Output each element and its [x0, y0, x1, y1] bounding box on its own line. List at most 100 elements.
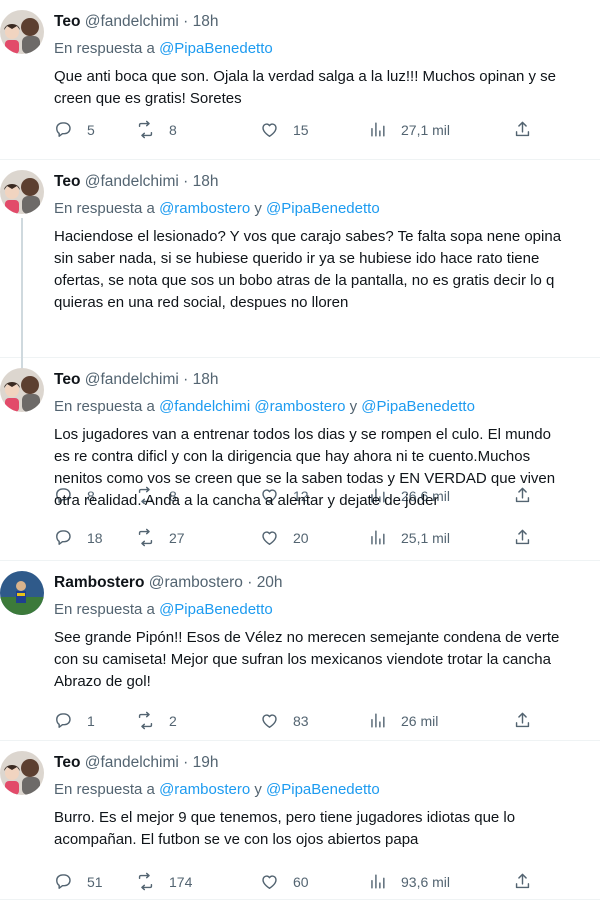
tweet-text: Burro. Es el mejor 9 que tenemos, pero t…	[54, 807, 600, 851]
like-count: 60	[293, 873, 309, 890]
reply-prefix: En respuesta a	[54, 601, 155, 618]
tweet[interactable]: Rambostero @rambostero · 20h En respuesta…	[0, 561, 600, 741]
heart-icon	[262, 875, 277, 889]
tweet-header: Rambostero @rambostero · 20h	[54, 573, 600, 593]
tweet-body: Teo @fandelchimi · 19h En respuesta a @ra…	[54, 753, 600, 851]
tweet-text-line: nenitos como vos se creen que se la sabe…	[54, 470, 556, 487]
avatar[interactable]	[0, 571, 44, 615]
mention-link[interactable]: @rambostero	[159, 781, 250, 798]
reply-button[interactable]: 5	[54, 120, 95, 139]
reply-prefix: En respuesta a	[54, 40, 155, 57]
timestamp[interactable]: 20h	[257, 574, 283, 591]
retweet-button[interactable]: 27	[136, 528, 185, 547]
views-count: 26 mil	[401, 712, 439, 729]
share-button[interactable]	[513, 711, 532, 730]
heart-icon	[262, 123, 277, 137]
mention-link[interactable]: @fandelchimi @rambostero	[159, 398, 345, 415]
like-button[interactable]: 83	[260, 711, 309, 730]
tweet-actions: 5 8 15 27,1 mil	[54, 120, 600, 142]
share-icon	[515, 712, 530, 728]
views-button[interactable]: 25,1 mil	[368, 528, 450, 547]
tweet-actions: 1 2 83 26 mil	[54, 711, 600, 733]
share-icon	[515, 529, 530, 545]
tweet-text-line: otra realidad. Anda a la cancha a alenta…	[54, 492, 439, 509]
tweet-text-line: Abrazo de gol!	[54, 673, 151, 690]
display-name[interactable]: Teo	[54, 13, 80, 30]
avatar[interactable]	[0, 751, 44, 795]
tweet-feed: Teo @fandelchimi · 18h En respuesta a @Pi…	[0, 0, 600, 900]
timestamp[interactable]: 18h	[193, 371, 219, 388]
reply-button[interactable]: 18	[54, 528, 103, 547]
like-button[interactable]: 20	[260, 528, 309, 547]
heart-icon	[262, 531, 277, 545]
mention-link[interactable]: @PipaBenedetto	[159, 40, 273, 57]
reply-context: En respuesta a @PipaBenedetto	[54, 600, 600, 620]
like-count: 83	[293, 712, 309, 729]
views-button[interactable]: 27,1 mil	[368, 120, 450, 139]
mention-link[interactable]: @rambostero	[159, 200, 250, 217]
reply-context: En respuesta a @rambostero y @PipaBenede…	[54, 780, 600, 800]
avatar[interactable]	[0, 170, 44, 214]
reply-button[interactable]: 1	[54, 711, 95, 730]
tweet[interactable]: Teo @fandelchimi · 19h En respuesta a @ra…	[0, 741, 600, 900]
timestamp[interactable]: 18h	[193, 13, 219, 30]
tweet-text-line: con su camiseta! Mejor que sufran los me…	[54, 651, 551, 668]
retweet-count: 27	[169, 529, 185, 546]
display-name[interactable]: Rambostero	[54, 574, 144, 591]
like-button[interactable]: 15	[260, 120, 309, 139]
mention-link[interactable]: @PipaBenedetto	[159, 601, 273, 618]
tweet-text-line: Burro. Es el mejor 9 que tenemos, pero t…	[54, 809, 516, 826]
views-button[interactable]: 26 mil	[368, 711, 438, 730]
tweet[interactable]: Teo @fandelchimi · 18h En respuesta a @Pi…	[0, 0, 600, 160]
share-button[interactable]	[513, 528, 532, 547]
reply-context: En respuesta a @rambostero y @PipaBenede…	[54, 199, 600, 219]
tweet-header: Teo @fandelchimi · 19h	[54, 753, 600, 773]
tweet-header: Teo @fandelchimi · 18h	[54, 370, 600, 390]
share-button[interactable]	[513, 872, 532, 891]
tweet-text-line: acompañan. El futbon se ve con los ojos …	[54, 831, 419, 848]
like-button[interactable]: 60	[260, 872, 309, 891]
user-handle[interactable]: @fandelchimi	[85, 371, 179, 388]
tweet-body: Teo @fandelchimi · 18h En respuesta a @fa…	[54, 370, 600, 512]
share-icon	[515, 121, 530, 137]
bar-chart-icon	[371, 874, 385, 889]
tweet-text: Haciendose el lesionado? Y vos que caraj…	[54, 226, 600, 314]
timestamp[interactable]: 19h	[193, 754, 219, 771]
retweet-button[interactable]: 8	[136, 120, 177, 139]
avatar[interactable]	[0, 368, 44, 412]
tweet-text: Que anti boca que son. Ojala la verdad s…	[54, 66, 600, 110]
user-handle[interactable]: @fandelchimi	[85, 754, 179, 771]
views-count: 93,6 mil	[401, 873, 451, 890]
display-name[interactable]: Teo	[54, 173, 80, 190]
user-handle[interactable]: @fandelchimi	[85, 13, 179, 30]
timestamp[interactable]: 18h	[193, 173, 219, 190]
tweet-text: See grande Pipón!! Esos de Vélez no mere…	[54, 627, 600, 693]
tweet[interactable]: Teo @fandelchimi · 18h En respuesta a @ra…	[0, 160, 600, 505]
speech-bubble-icon	[56, 874, 71, 889]
display-name[interactable]: Teo	[54, 754, 80, 771]
bar-chart-icon	[371, 530, 385, 545]
display-name[interactable]: Teo	[54, 371, 80, 388]
tweet-header: Teo @fandelchimi · 18h	[54, 172, 600, 192]
mention-link[interactable]: @PipaBenedetto	[266, 200, 380, 217]
avatar[interactable]	[0, 10, 44, 54]
tweet-text-line: ofertas, se nota que sos un bobo atras d…	[54, 272, 555, 289]
tweet-body: Teo @fandelchimi · 18h En respuesta a @Pi…	[54, 12, 600, 110]
user-handle[interactable]: @fandelchimi	[85, 173, 179, 190]
separator-dot: ·	[183, 754, 189, 771]
retweet-button[interactable]: 2	[136, 711, 177, 730]
retweet-button[interactable]: 174	[136, 872, 192, 891]
share-button[interactable]	[513, 120, 532, 139]
user-handle[interactable]: @rambostero	[149, 574, 243, 591]
tweet-body: Rambostero @rambostero · 20h En respuesta…	[54, 573, 600, 693]
retweet-count: 174	[169, 873, 193, 890]
mention-link[interactable]: @PipaBenedetto	[361, 398, 475, 415]
tweet-text-line: sin saber nada, si se hubiese querido ir…	[54, 250, 540, 267]
tweet-text-line: Que anti boca que son. Ojala la verdad s…	[54, 68, 556, 85]
reply-button[interactable]: 51	[54, 872, 103, 891]
tweet[interactable]: Teo @fandelchimi · 18h En respuesta a @fa…	[0, 358, 600, 561]
mention-link[interactable]: @PipaBenedetto	[266, 781, 380, 798]
reply-count: 1	[87, 712, 95, 729]
like-count: 15	[293, 121, 309, 138]
views-button[interactable]: 93,6 mil	[368, 872, 450, 891]
